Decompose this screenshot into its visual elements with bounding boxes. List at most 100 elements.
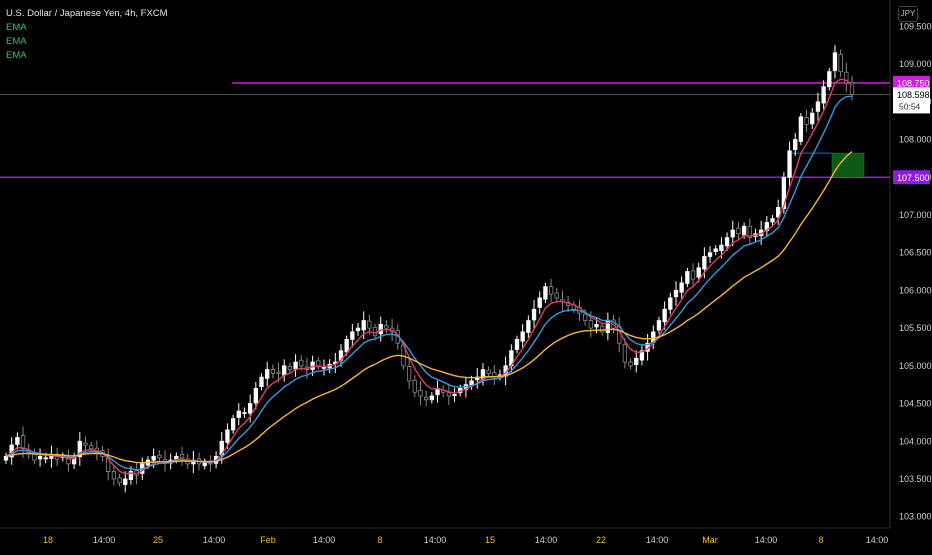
candle-body: [230, 418, 236, 431]
ema-indicator-2[interactable]: EMA: [6, 35, 168, 49]
candle-body: [37, 455, 43, 460]
price-tick-label: 103.500: [899, 474, 932, 484]
candle-body: [838, 54, 843, 73]
candle-body: [543, 286, 548, 300]
candle-body: [424, 396, 429, 401]
time-tick-label: 14:00: [313, 535, 336, 545]
candle-body: [702, 256, 707, 270]
candle-body: [265, 369, 270, 379]
candle-body: [372, 327, 378, 337]
candle-body: [713, 248, 718, 252]
candle-body: [662, 308, 667, 323]
candle-body: [378, 323, 383, 335]
candle-body: [810, 112, 815, 125]
candle-body: [117, 477, 122, 484]
candle-body: [537, 297, 542, 308]
candle-body: [679, 282, 684, 293]
price-tick-label: 108.000: [899, 135, 932, 145]
candle-body: [367, 320, 372, 329]
candle-body: [832, 52, 838, 71]
candle-body: [798, 116, 804, 142]
candle-body: [469, 380, 474, 386]
candle-body: [259, 376, 264, 388]
candle-body: [821, 86, 826, 104]
candle-body: [202, 461, 207, 467]
candle-body: [270, 369, 276, 374]
candle-body: [486, 369, 491, 374]
candle-body: [355, 327, 361, 332]
candle-body: [361, 320, 366, 331]
candle-body: [770, 218, 775, 223]
candle-body: [247, 403, 253, 414]
time-tick-label: 25: [153, 535, 163, 545]
countdown-label: 50:54: [899, 101, 921, 111]
candle-body: [815, 101, 821, 112]
price-tags: 108.750 107.500 108.59850:54: [893, 75, 930, 185]
candle-body: [418, 390, 423, 397]
candle-body: [43, 457, 48, 460]
candle-body: [253, 388, 258, 404]
candle-body: [89, 445, 94, 450]
price-tick-label: 109.500: [899, 21, 932, 31]
candle-body: [793, 139, 798, 151]
candle-body: [690, 270, 696, 280]
candle-body: [600, 325, 605, 333]
price-tick-label: 104.000: [899, 436, 932, 446]
candle-body: [622, 344, 628, 363]
candle-body: [446, 392, 452, 397]
candle-body: [673, 289, 679, 298]
time-tick-label: 14:00: [535, 535, 558, 545]
candle-body: [804, 117, 809, 125]
candle-body: [282, 365, 287, 376]
time-axis[interactable]: 18 14:00 25 14:00 Feb 14:00 8 14:00 15 14:00 22 14:…: [43, 535, 888, 545]
price-tick-label: 107.000: [899, 210, 932, 220]
candle-body: [293, 361, 298, 370]
candle-body: [736, 227, 741, 235]
chart-root[interactable]: 103.000 103.500 104.000 104.500 105.000 105.5…: [0, 0, 932, 550]
candle-body: [452, 394, 457, 396]
candle-body: [406, 366, 412, 382]
candle-body: [787, 150, 792, 178]
ema-indicator-1[interactable]: EMA: [6, 21, 168, 35]
candle-body: [276, 371, 281, 374]
candle-body: [707, 252, 713, 257]
candle-body: [111, 471, 117, 480]
candle-body: [594, 323, 599, 328]
time-tick-label: 14:00: [646, 535, 669, 545]
time-tick-label: 15: [485, 535, 495, 545]
currency-button[interactable]: JPY: [898, 6, 918, 22]
candle-body: [526, 320, 531, 333]
price-tick-label: 103.000: [899, 512, 932, 522]
candle-body: [730, 229, 735, 238]
candle-body: [685, 271, 690, 284]
candle-body: [827, 71, 832, 88]
time-tick-label: 14:00: [424, 535, 447, 545]
candle-body: [582, 313, 588, 321]
time-tick-label: 8: [377, 535, 382, 545]
price-tick-label: 106.500: [899, 248, 932, 258]
candle-body: [429, 395, 434, 401]
candle-body: [384, 325, 389, 329]
plot-background: [0, 0, 890, 528]
chart-legend[interactable]: U.S. Dollar / Japanese Yen, 4h, FXCM EMA…: [6, 7, 168, 63]
candle-body: [554, 292, 559, 299]
ema-indicator-3[interactable]: EMA: [6, 49, 168, 63]
time-tick-label: 8: [818, 535, 823, 545]
time-tick-label: Feb: [260, 535, 276, 545]
candle-body: [634, 357, 639, 366]
candle-body: [548, 286, 554, 295]
price-tick-label: 105.500: [899, 323, 932, 333]
price-chart[interactable]: 103.000 103.500 104.000 104.500 105.000 105.5…: [0, 0, 932, 550]
candle-body: [531, 308, 537, 321]
time-tick-label: 14:00: [755, 535, 778, 545]
target-zone-box: [831, 152, 865, 178]
candle-body: [588, 320, 593, 329]
candle-body: [3, 455, 9, 461]
price-tick-label: 109.000: [899, 59, 932, 69]
candle-body: [668, 297, 673, 310]
candle-body: [83, 442, 88, 446]
candle-body: [719, 244, 724, 252]
symbol-title[interactable]: U.S. Dollar / Japanese Yen, 4h, FXCM: [6, 7, 168, 21]
candle-body: [696, 267, 701, 278]
candle-body: [179, 454, 185, 459]
